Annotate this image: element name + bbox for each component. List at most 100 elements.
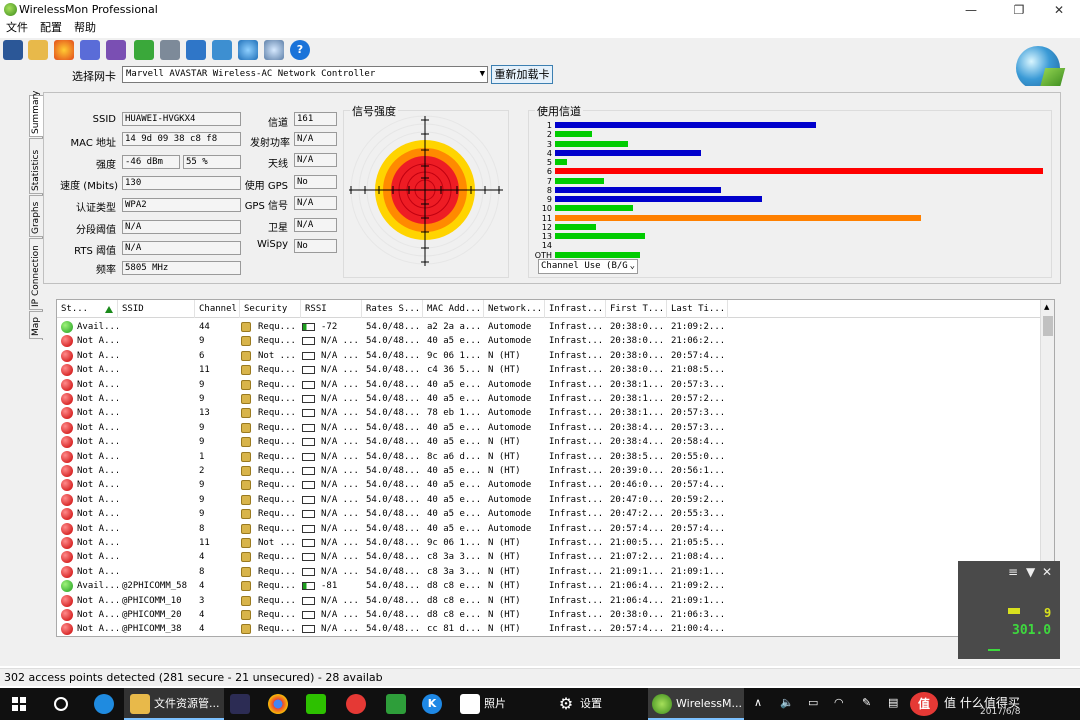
wechat-icon[interactable] bbox=[306, 694, 326, 714]
menu-help[interactable]: 帮助 bbox=[74, 20, 96, 36]
cell-status: Not A... bbox=[77, 379, 118, 390]
print-icon[interactable] bbox=[160, 40, 180, 60]
menu-icon[interactable]: ≡ bbox=[1008, 565, 1018, 579]
table-row[interactable]: Not A... 9 Requ... N/A ... 54.0/48... 40 a5 e… bbox=[57, 478, 1041, 492]
network-icon[interactable] bbox=[80, 40, 100, 60]
table-row[interactable]: Not A... 4 Requ... N/A ... 54.0/48... c8 3a 3… bbox=[57, 550, 1041, 564]
tab-map[interactable]: Map bbox=[29, 311, 43, 339]
rssi-bar bbox=[302, 510, 315, 519]
save-icon[interactable] bbox=[3, 40, 23, 60]
table-row[interactable]: Not A... 1 Requ... N/A ... 54.0/48... 8c a6 d… bbox=[57, 450, 1041, 464]
menu-config[interactable]: 配置 bbox=[40, 20, 62, 36]
table-row[interactable]: Not A... 9 Requ... N/A ... 54.0/48... 40 a5 e… bbox=[57, 507, 1041, 521]
volume-icon[interactable]: 🔈 bbox=[780, 696, 794, 709]
cell-rssi: N/A ... bbox=[321, 552, 359, 563]
battery-icon[interactable]: ▭ bbox=[808, 696, 818, 709]
chrome-icon[interactable] bbox=[268, 694, 288, 714]
menu-file[interactable]: 文件 bbox=[6, 20, 28, 36]
open-folder-icon[interactable] bbox=[28, 40, 48, 60]
tab-summary[interactable]: Summary bbox=[29, 91, 43, 137]
table-row[interactable]: Avail... @2PHICOMM_58 4 Requ... -81 54.0/48..… bbox=[57, 579, 1041, 593]
table-row[interactable]: Not A... @PHICOMM_20 4 Requ... N/A ... 54.0/4… bbox=[57, 608, 1041, 622]
lock-icon bbox=[241, 322, 251, 332]
windows-start-icon[interactable] bbox=[12, 697, 26, 711]
table-row[interactable]: Not A... 8 Requ... N/A ... 54.0/48... c8 3a 3… bbox=[57, 565, 1041, 579]
table-row[interactable]: Not A... 9 Requ... N/A ... 54.0/48... 40 a5 e… bbox=[57, 334, 1041, 348]
table-row[interactable]: Avail... 44 Requ... -72 54.0/48... a2 2a a...… bbox=[57, 320, 1041, 334]
column-header[interactable]: MAC Add... bbox=[423, 300, 484, 318]
wifi-icon[interactable]: ◠ bbox=[834, 696, 844, 709]
rssi-bar bbox=[302, 582, 315, 591]
cell-net: N (HT) bbox=[488, 610, 521, 620]
table-row[interactable]: Not A... 6 Not ... N/A ... 54.0/48... 9c 06 1… bbox=[57, 349, 1041, 363]
taskbar: 文件资源管... K 照片 ⚙ 设置 WirelessM... ∧ 🔈 ▭ ◠ … bbox=[0, 688, 1080, 720]
cell-status: Not A... bbox=[77, 538, 118, 548]
network-config-icon[interactable] bbox=[106, 40, 126, 60]
close-icon[interactable]: ✕ bbox=[1042, 565, 1052, 579]
collapse-icon[interactable]: ▼ bbox=[1026, 565, 1035, 579]
reload-card-button[interactable]: 重新加载卡 bbox=[491, 65, 553, 84]
nic-select[interactable]: Marvell AVASTAR Wireless-AC Network Cont… bbox=[122, 66, 488, 83]
table-row[interactable]: Not A... 11 Requ... N/A ... 54.0/48... c4 36 … bbox=[57, 363, 1041, 377]
cell-ssid: @PHICOMM_10 bbox=[122, 595, 182, 606]
taskbar-explorer[interactable]: 文件资源管... bbox=[124, 688, 224, 720]
channel-label: 14 bbox=[541, 241, 552, 251]
table-row[interactable]: Not A... @PHICOMM_38 4 Requ... N/A ... 54.0/4… bbox=[57, 622, 1041, 636]
table-row[interactable]: Not A... @PHICOMM_10 3 Requ... N/A ... 54.0/4… bbox=[57, 594, 1041, 608]
support-icon[interactable] bbox=[264, 40, 284, 60]
edge-icon[interactable] bbox=[94, 694, 114, 714]
search-icon[interactable] bbox=[54, 697, 68, 711]
tools-icon[interactable] bbox=[186, 40, 206, 60]
column-header[interactable]: Rates S... bbox=[362, 300, 423, 318]
channel-label: 13 bbox=[541, 232, 552, 241]
channel-use-select[interactable]: Channel Use (B/G ⌄ bbox=[538, 259, 638, 274]
message-icon[interactable]: ▤ bbox=[888, 696, 898, 709]
strength-pct-field: 55 % bbox=[183, 155, 241, 169]
table-row[interactable]: Not A... 9 Requ... N/A ... 54.0/48... 40 a5 e… bbox=[57, 421, 1041, 435]
app-icon-1[interactable] bbox=[230, 694, 250, 714]
table-row[interactable]: Not A... 13 Requ... N/A ... 54.0/48... 78 eb … bbox=[57, 406, 1041, 420]
k-app-icon[interactable]: K bbox=[422, 694, 442, 714]
export-icon[interactable] bbox=[134, 40, 154, 60]
cell-ch: 11 bbox=[199, 538, 210, 548]
close-button[interactable]: ✕ bbox=[1036, 0, 1080, 20]
table-row[interactable]: Not A... 9 Requ... N/A ... 54.0/48... 40 a5 e… bbox=[57, 392, 1041, 406]
table-row[interactable]: Not A... 9 Requ... N/A ... 54.0/48... 40 a5 e… bbox=[57, 435, 1041, 449]
column-header[interactable]: First T... bbox=[606, 300, 667, 318]
tab-graphs[interactable]: Graphs bbox=[29, 195, 43, 237]
table-row[interactable]: Not A... 9 Requ... N/A ... 54.0/48... 40 a5 e… bbox=[57, 493, 1041, 507]
scroll-up-icon[interactable]: ▲ bbox=[1044, 303, 1049, 311]
minimize-button[interactable]: — bbox=[948, 0, 994, 20]
chevron-up-icon[interactable]: ∧ bbox=[754, 696, 762, 709]
stop-icon[interactable] bbox=[54, 40, 74, 60]
access-point-list[interactable]: St... SSID Channel Security RSSI Rates S... MA… bbox=[56, 299, 1055, 637]
column-header[interactable]: RSSI bbox=[301, 300, 362, 318]
tab-ip-connection[interactable]: IP Connection bbox=[29, 238, 43, 310]
clipboard-icon[interactable] bbox=[212, 40, 232, 60]
column-header[interactable]: Network... bbox=[484, 300, 545, 318]
pen-icon[interactable]: ✎ bbox=[862, 696, 871, 709]
taskbar-settings[interactable]: ⚙ 设置 bbox=[552, 688, 640, 720]
cell-last: 21:09:1... bbox=[671, 566, 726, 577]
channel-bar bbox=[555, 140, 629, 147]
cell-last: 20:59:2... bbox=[671, 494, 726, 505]
scroll-thumb[interactable] bbox=[1043, 316, 1053, 336]
column-header[interactable]: SSID bbox=[118, 300, 195, 318]
column-header[interactable]: Security bbox=[240, 300, 301, 318]
rssi-bar bbox=[302, 495, 315, 504]
qq-icon[interactable] bbox=[346, 694, 366, 714]
taskbar-photos[interactable]: 照片 bbox=[456, 688, 544, 720]
table-row[interactable]: Not A... 8 Requ... N/A ... 54.0/48... 40 a5 e… bbox=[57, 522, 1041, 536]
channel-label: 信道 bbox=[268, 118, 288, 129]
tab-statistics[interactable]: Statistics bbox=[29, 138, 43, 194]
table-row[interactable]: Not A... 9 Requ... N/A ... 54.0/48... 40 a5 e… bbox=[57, 378, 1041, 392]
column-header[interactable]: Last Ti... bbox=[667, 300, 728, 318]
taskbar-wirelessmon[interactable]: WirelessM... bbox=[648, 688, 744, 720]
help-icon[interactable]: ? bbox=[290, 40, 310, 60]
column-header[interactable]: Channel bbox=[195, 300, 240, 318]
table-row[interactable]: Not A... 11 Not ... N/A ... 54.0/48... 9c 06 … bbox=[57, 536, 1041, 550]
column-header[interactable]: Infrast... bbox=[545, 300, 606, 318]
table-row[interactable]: Not A... 2 Requ... N/A ... 54.0/48... 40 a5 e… bbox=[57, 464, 1041, 478]
web-icon[interactable] bbox=[238, 40, 258, 60]
app-icon-2[interactable] bbox=[386, 694, 406, 714]
